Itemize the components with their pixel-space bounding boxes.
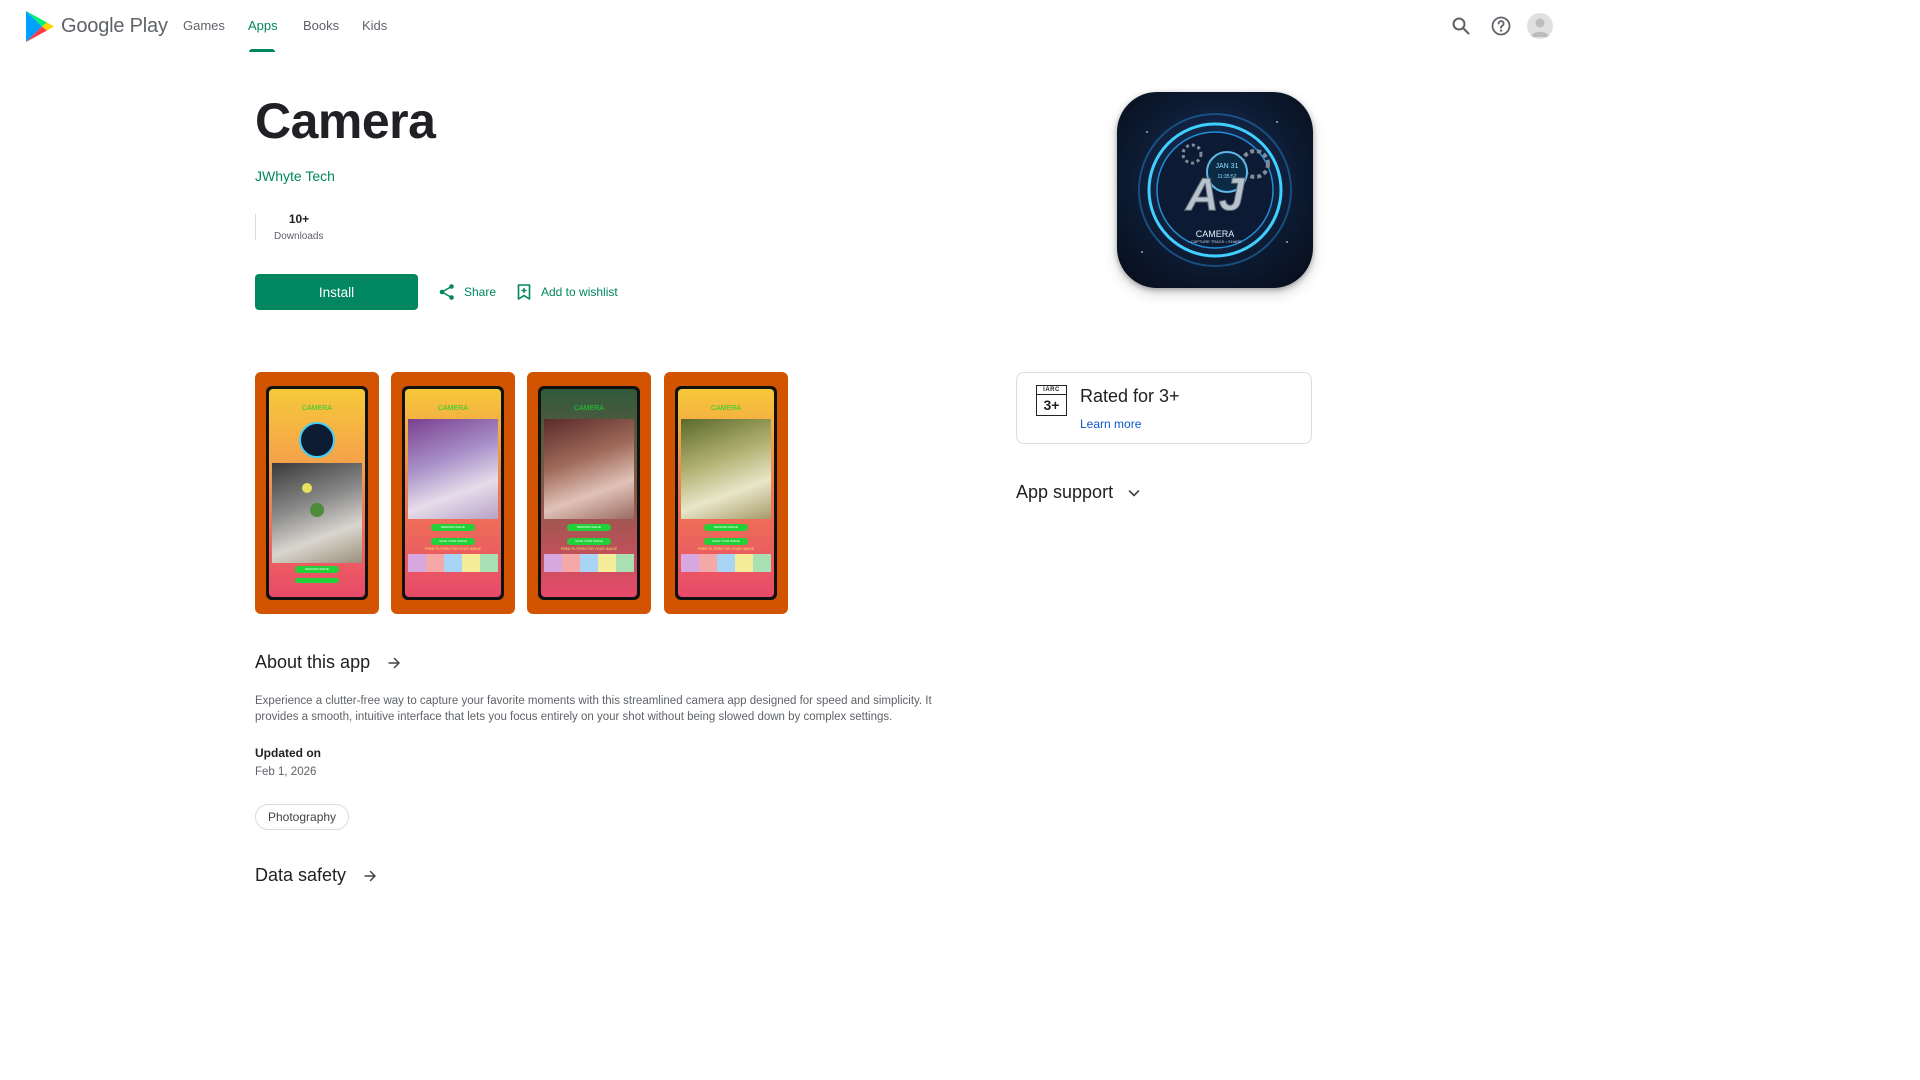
downloads-label: Downloads [274, 231, 324, 242]
screen-photo [272, 463, 362, 563]
app-support-title: App support [1016, 482, 1114, 502]
phone-screen: CAMERA REDRAW IMAGE SAVE YOUR IMAGE FREE… [678, 389, 774, 597]
nav-games[interactable]: Games [183, 18, 225, 33]
nav-active-indicator [249, 49, 275, 52]
screen-photo [681, 419, 771, 519]
screenshot-1[interactable]: CAMERA REDRAW IMAGE [255, 372, 379, 614]
rating-text: Rated for 3+ [1080, 386, 1180, 406]
phone-frame: CAMERA REDRAW IMAGE SAVE YOUR IMAGE FREE… [675, 386, 777, 600]
phone-screen: CAMERA REDRAW IMAGE SAVE YOUR IMAGE FREE… [541, 389, 637, 597]
nav-kids[interactable]: Kids [362, 18, 387, 33]
share-icon [439, 284, 454, 300]
arrow-right-icon [364, 870, 376, 881]
wishlist-label: Add to wishlist [541, 285, 618, 299]
updated-on-value: Feb 1, 2026 [255, 766, 317, 778]
icon-monogram: AJ [1185, 168, 1246, 220]
iarc-value: 3+ [1043, 397, 1060, 413]
icon-tagline: • CAPTURE TRACK • SHARE [1188, 239, 1242, 244]
phone-frame: CAMERA REDRAW IMAGE SAVE YOUR IMAGE FREE… [402, 386, 504, 600]
chevron-down-icon [1128, 489, 1140, 496]
screen-app-title: CAMERA [574, 405, 604, 412]
screen-app-title: CAMERA [711, 405, 741, 412]
share-label: Share [464, 285, 497, 299]
nav-books[interactable]: Books [303, 18, 339, 33]
help-icon[interactable] [1489, 14, 1513, 38]
developer-link[interactable]: JWhyte Tech [255, 168, 335, 184]
about-title: About this app [255, 652, 371, 672]
person-icon [1531, 18, 1549, 37]
screenshot-2[interactable]: CAMERA REDRAW IMAGE SAVE YOUR IMAGE FREE… [391, 372, 515, 614]
search-icon[interactable] [1449, 14, 1473, 38]
screen-app-title: CAMERA [302, 405, 332, 412]
app-description: Experience a clutter-free way to capture… [255, 695, 932, 723]
screen-filter-swatches [681, 554, 771, 572]
screen-redraw-button: REDRAW IMAGE [567, 524, 611, 531]
screenshot-4[interactable]: CAMERA REDRAW IMAGE SAVE YOUR IMAGE FREE… [664, 372, 788, 614]
screen-filters-text: FREE FILTERS FOR YOUR IMAGE [560, 547, 618, 551]
iarc-label: IARC [1037, 386, 1066, 395]
phone-screen: CAMERA REDRAW IMAGE [269, 389, 365, 597]
screen-save-button: SAVE YOUR IMAGE [431, 538, 475, 545]
data-safety-title: Data safety [255, 865, 347, 885]
screen-filter-swatches [408, 554, 498, 572]
bookmark-add-icon [517, 284, 531, 300]
app-icon-artwork: JAN 31 11:35:52 AJ CAMERA • CAPTURE TRAC… [1138, 113, 1292, 267]
category-chip[interactable]: Photography [255, 804, 350, 830]
nav-apps[interactable]: Apps [248, 18, 278, 33]
screen-photo [408, 419, 498, 519]
screen-redraw-button: REDRAW IMAGE [704, 524, 748, 531]
phone-screen: CAMERA REDRAW IMAGE SAVE YOUR IMAGE FREE… [405, 389, 501, 597]
arrow-right-icon [388, 657, 400, 668]
play-logo-icon [26, 11, 54, 42]
add-to-wishlist-button[interactable]: Add to wishlist [515, 283, 618, 301]
downloads-count: 10+ [288, 212, 310, 226]
about-this-app-header[interactable]: About this app [255, 652, 402, 673]
screen-save-button: SAVE YOUR IMAGE [567, 538, 611, 545]
screen-redraw-button: REDRAW IMAGE [431, 524, 475, 531]
install-button[interactable]: Install [255, 274, 418, 310]
learn-more-link[interactable]: Learn more [1080, 417, 1141, 431]
app-title: Camera [255, 93, 436, 149]
phone-frame: CAMERA REDRAW IMAGE [266, 386, 368, 600]
screenshot-3[interactable]: CAMERA REDRAW IMAGE SAVE YOUR IMAGE FREE… [527, 372, 651, 614]
iarc-rating-badge: IARC 3+ [1036, 385, 1067, 416]
updated-on-label: Updated on [255, 746, 321, 760]
app-icon: JAN 31 11:35:52 AJ CAMERA • CAPTURE TRAC… [1117, 92, 1313, 288]
screen-filters-text: FREE FILTERS FOR YOUR IMAGE [697, 547, 755, 551]
screen-app-title: CAMERA [438, 405, 468, 412]
phone-frame: CAMERA REDRAW IMAGE SAVE YOUR IMAGE FREE… [538, 386, 640, 600]
screen-filter-swatches [544, 554, 634, 572]
stat-divider [255, 214, 256, 240]
share-button[interactable]: Share [438, 283, 496, 301]
screen-filters-text: FREE FILTERS FOR YOUR IMAGE [424, 547, 482, 551]
data-safety-header[interactable]: Data safety [255, 865, 378, 886]
account-avatar[interactable] [1527, 13, 1553, 39]
logo-text: Google Play [61, 15, 168, 37]
screen-redraw-button: REDRAW IMAGE [295, 566, 339, 573]
icon-name: CAMERA [1196, 229, 1235, 239]
app-support-toggle[interactable]: App support [1016, 482, 1141, 503]
google-play-logo[interactable]: Google Play [25, 10, 168, 43]
screen-photo [544, 419, 634, 519]
screen-save-button: SAVE YOUR IMAGE [704, 538, 748, 545]
screen-logo [299, 422, 335, 458]
